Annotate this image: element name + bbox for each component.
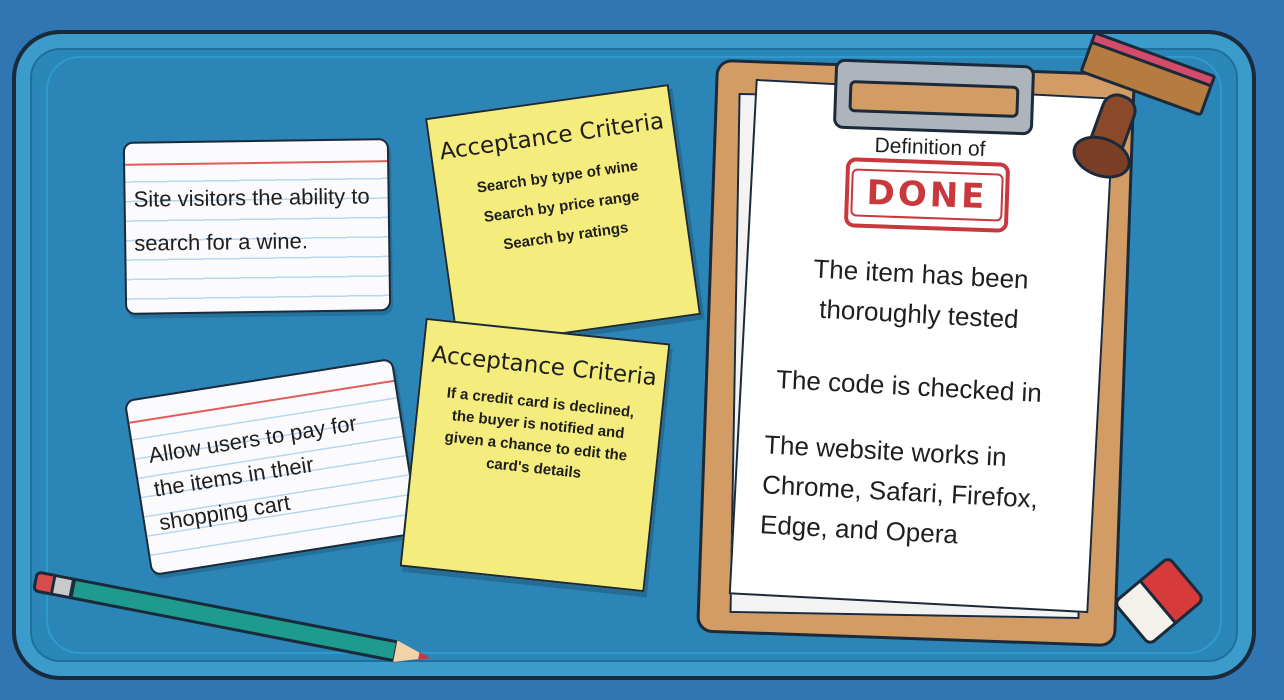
dod-item: The website works in Chrome, Safari, Fir… bbox=[759, 429, 1039, 550]
criteria-text: If a credit card is declined, the buyer … bbox=[443, 384, 636, 482]
criteria-list: Search by type of wine Search by price r… bbox=[436, 146, 688, 269]
done-stamp-label: DONE bbox=[849, 168, 1005, 222]
user-story-text: Allow users to pay for the items in thei… bbox=[146, 410, 359, 536]
card-red-line bbox=[125, 160, 388, 166]
user-story-text: Site visitors the ability to search for … bbox=[133, 183, 370, 256]
dod-item: The item has been thoroughly tested bbox=[812, 253, 1030, 335]
acceptance-criteria-note-search: Acceptance Criteria Search by type of wi… bbox=[424, 84, 702, 349]
done-stamp: DONE bbox=[843, 157, 1011, 233]
acceptance-criteria-note-payment: Acceptance Criteria If a credit card is … bbox=[399, 317, 671, 593]
user-story-card-search: Site visitors the ability to search for … bbox=[122, 138, 392, 315]
clipboard-clip bbox=[832, 58, 1036, 136]
